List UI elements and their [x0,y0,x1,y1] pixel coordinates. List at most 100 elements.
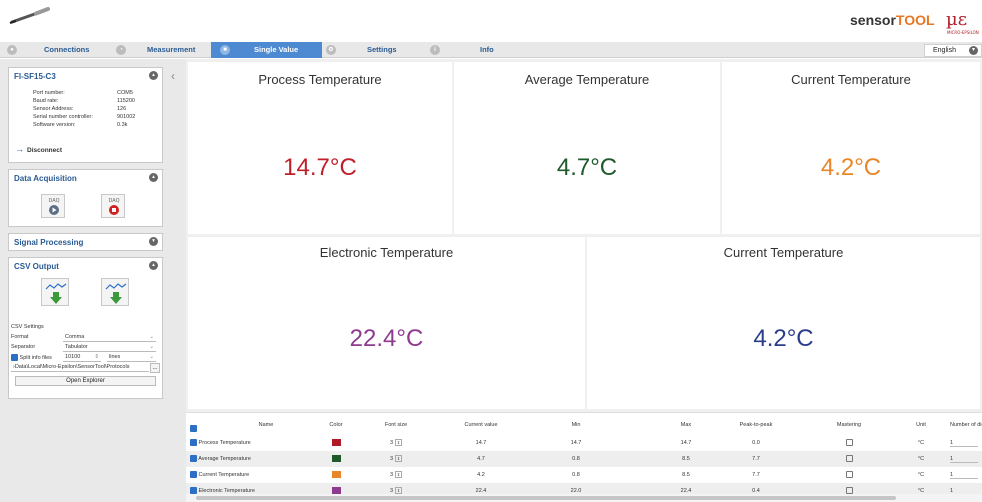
split-files-checkbox[interactable] [11,354,18,361]
row-name: Average Temperature [198,456,251,462]
header-number-of-digits[interactable]: Number of dig [950,417,982,433]
brand-name: sensorTOOL [850,12,935,28]
row-color-cell[interactable] [316,451,356,467]
row-checkbox[interactable] [190,455,197,463]
mastering-checkbox[interactable] [819,435,879,451]
chevron-down-icon: ⌄ [149,354,154,360]
language-select[interactable]: English ▾ [924,44,982,57]
format-select[interactable]: Comma ⌄ [63,334,156,342]
brand-part1: sensor [850,12,896,28]
digits-input[interactable]: 1 [950,467,982,483]
tab-single-value[interactable]: ■ Single Value [211,42,322,58]
disconnect-button[interactable]: → Disconnect [15,144,62,154]
collapse-icon[interactable]: ▴ [149,71,158,80]
micro-epsilon-logo: µε MICRO-EPSILON [946,9,979,35]
chevron-down-icon: ▾ [969,46,978,55]
header-current-value[interactable]: Current value [446,417,516,433]
spinner-icon[interactable]: ⇕ [94,354,99,361]
panel-title: CSV Output [14,262,59,271]
row-color-cell[interactable] [316,435,356,451]
header-unit[interactable]: Unit [896,417,946,433]
tab-info[interactable]: i Info [427,42,535,58]
separator-select[interactable]: Tabulator ⌄ [63,344,156,352]
csv-export-button[interactable] [101,278,129,306]
font-size-spinner[interactable]: 3 ⇕ [371,467,421,483]
color-swatch[interactable] [331,455,341,463]
font-size-spinner[interactable]: 3 ⇕ [371,435,421,451]
prop-label: Port number: [33,90,65,96]
settings-icon: ⚙ [326,45,336,55]
prop-label: Sensor Address: [33,106,74,112]
collapse-icon[interactable]: ▴ [149,261,158,270]
sensor-product-image [9,7,50,24]
arrow-right-icon: → [15,144,24,154]
daq-start-button[interactable]: DAQ [41,194,65,218]
table-row[interactable]: Average Temperature 3 ⇕ 4.7 0.8 8.5 7.7 °… [186,451,982,467]
header-peak-to-peak[interactable]: Peak-to-peak [726,417,786,433]
csv-settings-label: CSV Settings [11,324,44,330]
split-lines-input[interactable]: 10100 ⇕ [63,354,101,362]
split-unit-value: lines [109,354,121,360]
row-checkbox[interactable] [190,471,197,479]
logo-text: µε [946,9,967,30]
peak-to-peak-value: 7.7 [752,472,760,478]
header-font-size[interactable]: Font size [371,417,421,433]
value-grid: Name Color Font size Current value Min M… [186,412,982,502]
row-name-cell: Average Temperature [190,451,310,467]
min-value: 0.8 [572,472,580,478]
tab-settings[interactable]: ⚙ Settings [322,42,427,58]
header-max[interactable]: Max [656,417,716,433]
digits-input[interactable]: 1 [950,435,982,451]
split-unit-select[interactable]: lines ⌄ [107,354,156,362]
value-tile: Electronic Temperature 22.4°C [188,237,585,409]
color-swatch[interactable] [331,487,341,495]
header-mastering[interactable]: Mastering [819,417,879,433]
max-value: 8.5 [682,456,690,462]
digits-input[interactable]: 1 [950,451,982,467]
csv-path-input[interactable]: ›Data\Local\Micro-Epsilon\SensorTool\Pro… [11,364,149,372]
expand-icon[interactable]: ▾ [149,237,158,246]
row-name: Process Temperature [198,440,251,446]
header-color[interactable]: Color [316,417,356,433]
table-row[interactable]: Current Temperature 3 ⇕ 4.2 0.8 8.5 7.7 °… [186,467,982,483]
font-size-value: 3 [389,472,394,478]
current-value: 14.7 [475,440,487,446]
digits-value: 1 [950,439,978,447]
row-checkbox[interactable] [190,487,197,495]
horizontal-scrollbar[interactable] [186,494,982,502]
split-files-label: Split info files [19,354,52,361]
tab-connections[interactable]: ● Connections [0,42,111,58]
tile-value: 4.7°C [556,154,618,181]
peak-to-peak-value: 7.7 [752,456,760,462]
sidebar: FI-SF15-C3 ▴ Port number: COM5 Baud rate… [0,59,186,502]
header-min[interactable]: Min [546,417,606,433]
daq-stop-button[interactable]: DAQ [101,194,125,218]
collapse-icon[interactable]: ▴ [149,173,158,182]
color-swatch[interactable] [331,439,341,447]
mastering-checkbox[interactable] [819,451,879,467]
font-size-spinner[interactable]: 3 ⇕ [371,451,421,467]
mastering-checkbox[interactable] [819,467,879,483]
plug-icon: ● [7,45,17,55]
scrollbar-thumb[interactable] [196,496,896,500]
row-checkbox[interactable] [190,439,197,447]
tile-value: 14.7°C [283,154,357,181]
tab-label: Info [480,45,494,54]
split-files-row: Split info files [11,354,52,361]
table-row[interactable]: Process Temperature 3 ⇕ 14.7 14.7 14.7 0.… [186,435,982,451]
app-header: sensorTOOL µε MICRO-EPSILON [0,0,982,42]
spinner-icon[interactable]: ⇕ [395,487,403,495]
tab-measurement[interactable]: ◔ Measurement [111,42,211,58]
row-color-cell[interactable] [316,467,356,483]
spinner-icon[interactable]: ⇕ [395,455,403,463]
spinner-icon[interactable]: ⇕ [395,471,403,479]
open-explorer-button[interactable]: Open Explorer [15,376,156,386]
color-swatch[interactable] [331,471,341,479]
csv-start-button[interactable] [41,278,69,306]
spinner-icon[interactable]: ⇕ [395,439,403,447]
header-name[interactable]: Name [226,417,306,433]
separator-label: Separator [11,344,36,350]
collapse-sidebar-icon[interactable]: ‹ [171,69,175,83]
value-tile: Process Temperature 14.7°C [188,62,452,234]
browse-button[interactable]: ... [150,363,160,373]
